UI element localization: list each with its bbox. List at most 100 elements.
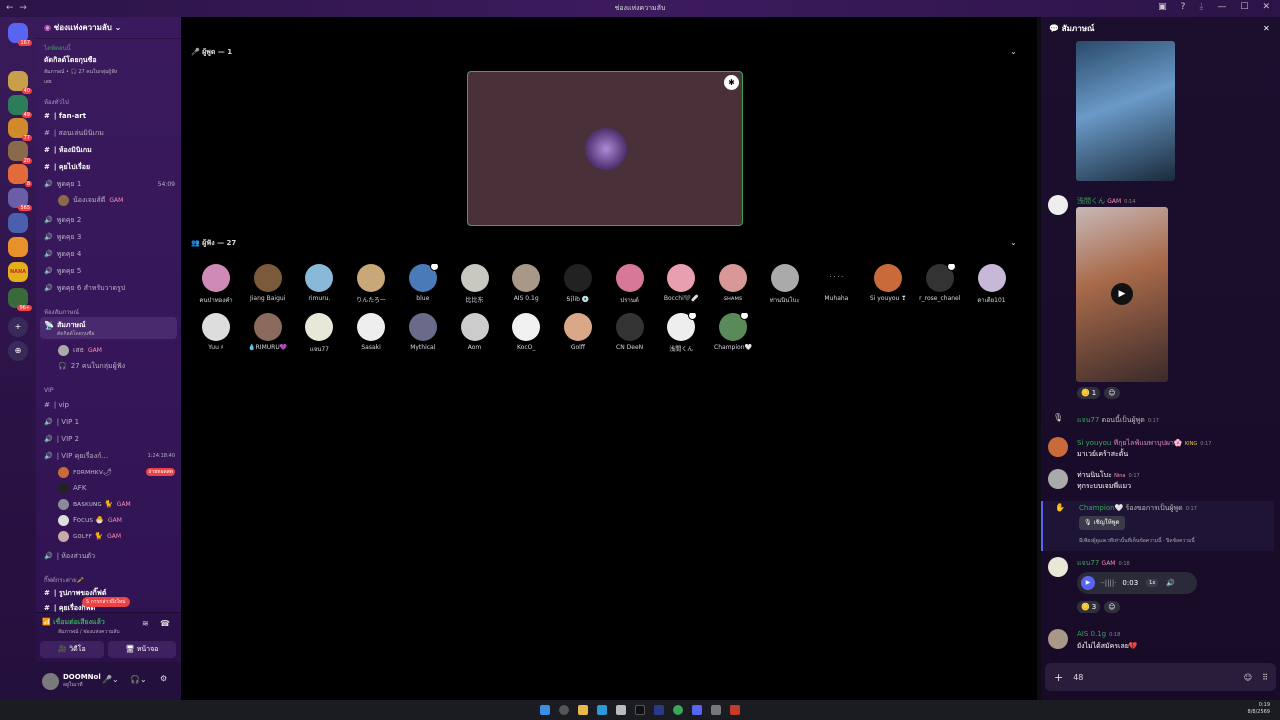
- server-icon[interactable]: 49: [8, 95, 32, 118]
- channel-vip2[interactable]: 🔊 | VIP 2: [44, 432, 175, 446]
- channel-vip[interactable]: # | vip: [44, 398, 175, 412]
- collapse-speakers-icon[interactable]: ⌄: [1010, 47, 1017, 56]
- play-icon[interactable]: ▶: [1111, 283, 1133, 305]
- vip-member-2[interactable]: AFK: [58, 481, 175, 495]
- avatar[interactable]: [1048, 437, 1068, 457]
- category-general[interactable]: ห้องทั่วไป: [44, 97, 69, 107]
- stage-speaker[interactable]: เสธ GAM: [58, 343, 175, 357]
- audience-member[interactable]: ปรานต์: [602, 264, 658, 305]
- add-reaction-icon[interactable]: ☺: [1104, 601, 1120, 613]
- volume-icon[interactable]: 🔊: [1166, 579, 1175, 587]
- folder-icon[interactable]: [578, 705, 588, 715]
- server-icon[interactable]: 565: [8, 188, 32, 211]
- attachment-image[interactable]: [1076, 41, 1175, 181]
- search-icon[interactable]: [559, 705, 569, 715]
- close-chat-icon[interactable]: ✕: [1263, 24, 1270, 33]
- discord-icon[interactable]: [692, 705, 702, 715]
- voice-member[interactable]: น้องเจมส์ดี GAM: [58, 193, 175, 207]
- voice-channel-4[interactable]: 🔊 พูดคุย 4: [44, 247, 175, 261]
- audience-member[interactable]: Si youyou ❣: [860, 264, 916, 302]
- audience-member[interactable]: KocO_: [498, 313, 554, 351]
- video-button[interactable]: 🎥 วิดีโอ: [40, 641, 104, 658]
- maximize-button[interactable]: ☐: [1240, 2, 1248, 12]
- avatar[interactable]: [1048, 557, 1068, 577]
- audience-member[interactable]: 比比东: [447, 264, 503, 304]
- app-icon[interactable]: [711, 705, 721, 715]
- audience-member[interactable]: Aom: [447, 313, 503, 351]
- audience-member[interactable]: 浅間くん: [653, 313, 709, 353]
- audience-member[interactable]: Sasaki: [343, 313, 399, 351]
- audience-member[interactable]: 💧RIMURU💜: [240, 313, 296, 351]
- audience-member[interactable]: Mythical: [395, 313, 451, 351]
- audience-member[interactable]: ꜱʜᴀᴍꜱ: [705, 264, 761, 302]
- live-event[interactable]: ไลฟ์ตอนนี้ ดัดกิลด์โดยกุนซือ สัมภาษณ์ • …: [44, 43, 174, 86]
- server-header[interactable]: ◉ ช่องแห่งความลับ ⌄👤: [36, 17, 211, 39]
- photoshop-icon[interactable]: [654, 705, 664, 715]
- audience-member[interactable]: ดาเดีย101: [964, 264, 1020, 305]
- channel-chat[interactable]: # | คุยไปเรื่อย: [44, 160, 175, 174]
- disconnect-icon[interactable]: ☎: [160, 619, 170, 628]
- avatar[interactable]: [1048, 469, 1068, 489]
- voice-channel-private[interactable]: 🔊 | ห้องส่วนตัว: [44, 549, 175, 563]
- play-icon[interactable]: ▶: [1081, 576, 1095, 590]
- server-icon[interactable]: 8: [8, 164, 32, 187]
- audience-member[interactable]: blue: [395, 264, 451, 302]
- channel-vip1[interactable]: 🔊 | VIP 1: [44, 415, 175, 429]
- audience-member[interactable]: Champion🤍: [705, 313, 761, 351]
- voice-channel-5[interactable]: 🔊 พูดคุย 5: [44, 264, 175, 278]
- audience-member[interactable]: Golff: [550, 313, 606, 351]
- settings-gear-icon[interactable]: ⚙: [160, 674, 167, 683]
- channel-minigame-guide[interactable]: # | สอนเล่นมินิเกม: [44, 126, 175, 140]
- system-clock[interactable]: 0:19 8/8/2569: [1248, 702, 1270, 716]
- voice-channel-talk1[interactable]: 🔊 พูดคุย 1 54:09: [44, 177, 175, 191]
- audience-member[interactable]: Jiang Baigui: [240, 264, 296, 302]
- voice-channel-vip-talk[interactable]: 🔊 | VIP คุยเรื่องก์... 1:24:18:40: [44, 449, 175, 463]
- audience-member[interactable]: CN DeeN: [602, 313, 658, 351]
- vip-member-3[interactable]: ʙᴀꜱᴋᴜɴɢ 🐈 GAM: [58, 497, 175, 511]
- audience-member[interactable]: りんたろー: [343, 264, 399, 304]
- audience-member[interactable]: Yuu ♯: [188, 313, 244, 351]
- add-reaction-icon[interactable]: ☺: [1104, 387, 1120, 399]
- app-icon[interactable]: [730, 705, 740, 715]
- new-mentions-pill[interactable]: 5 การกล่าวถึงใหม่: [82, 597, 130, 607]
- stage-channel-active[interactable]: 📡 สัมภาษณ์ ดัดกิลด์โดยกุนซือ: [40, 317, 177, 339]
- vip-member-4[interactable]: Focus 🐣 GAM: [58, 513, 175, 527]
- avatar[interactable]: [1048, 629, 1068, 649]
- server-icon[interactable]: [8, 213, 28, 233]
- emoji-icon[interactable]: ☺: [1244, 673, 1252, 682]
- server-icon[interactable]: 40: [8, 71, 32, 94]
- category-vip[interactable]: VIP: [44, 387, 54, 394]
- video-attachment[interactable]: ▶: [1076, 207, 1168, 382]
- explore-icon[interactable]: ⊕: [8, 341, 28, 361]
- reaction[interactable]: 🪙 3: [1077, 601, 1101, 613]
- vip-member-5[interactable]: ɢᴏʟꜰꜰ 🐈 GAM: [58, 529, 175, 543]
- collapse-audience-icon[interactable]: ⌄: [1010, 238, 1017, 247]
- tiktok-icon[interactable]: [635, 705, 645, 715]
- voice-channel-2[interactable]: 🔊 พูดคุย 2: [44, 213, 175, 227]
- audience-member[interactable]: AIS 0.1g: [498, 264, 554, 302]
- audience-member[interactable]: r_rose_chanel: [912, 264, 968, 302]
- microphone-icon[interactable]: 🎤⌄: [102, 675, 119, 684]
- speaker-tile[interactable]: ✱: [467, 71, 743, 226]
- server-icon[interactable]: 20: [8, 141, 32, 164]
- minimize-button[interactable]: —: [1217, 2, 1226, 12]
- server-icon[interactable]: NANA: [8, 262, 28, 282]
- audience-member[interactable]: rimuru.: [291, 264, 347, 302]
- playback-speed[interactable]: 1x: [1146, 579, 1159, 587]
- inbox-icon[interactable]: ▣: [1158, 2, 1167, 12]
- help-icon[interactable]: ?: [1181, 2, 1186, 12]
- add-server-icon[interactable]: +: [8, 317, 28, 337]
- vip-member-1[interactable]: ꜰᴏʀᴍʜᴋᴠ🌶 ถ่ายทอดสด: [58, 465, 175, 479]
- edge-icon[interactable]: [597, 705, 607, 715]
- headphones-icon[interactable]: 🎧⌄: [130, 675, 147, 684]
- server-icon[interactable]: 77: [8, 118, 32, 141]
- close-button[interactable]: ✕: [1262, 2, 1270, 12]
- invite-to-speak-button[interactable]: 🎙 เชิญให้พูด: [1079, 516, 1125, 530]
- channel-fan-art[interactable]: # | fan-art: [44, 109, 175, 123]
- start-icon[interactable]: [540, 705, 550, 715]
- voice-message[interactable]: ▶ ·-||||· 0:03 1x 🔊: [1077, 572, 1197, 594]
- audience-member[interactable]: ท่านนินโบะ: [757, 264, 813, 305]
- audience-member[interactable]: Ꭶ꩝ꨮlib 💿: [550, 264, 606, 304]
- server-icon[interactable]: 96+: [8, 288, 32, 311]
- avatar[interactable]: [42, 672, 59, 690]
